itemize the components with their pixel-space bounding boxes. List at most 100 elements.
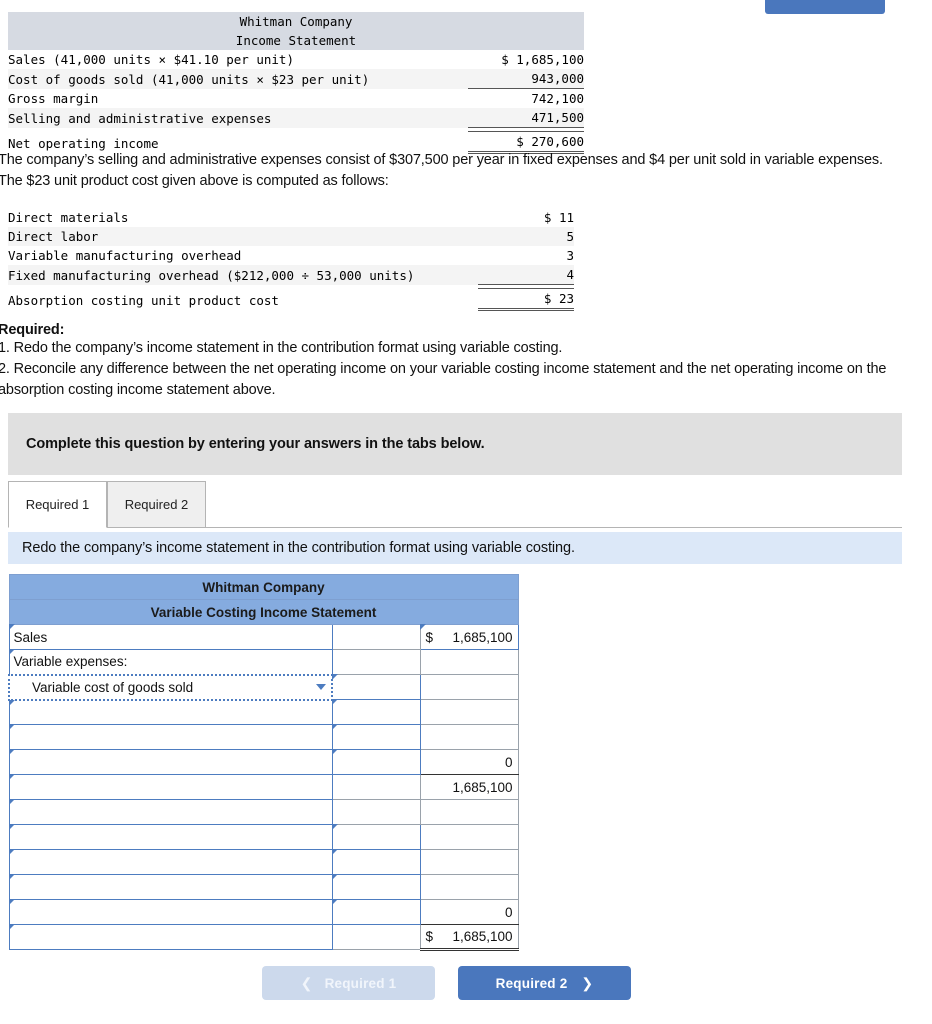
cell-text: 0 <box>504 754 513 770</box>
worksheet-total-cell-8[interactable] <box>419 799 519 825</box>
worksheet-total-cell-9[interactable] <box>419 824 519 850</box>
worksheet-total-cell-3[interactable] <box>419 674 519 700</box>
table-row: Selling and administrative expenses 471,… <box>8 108 585 128</box>
tab-required-2[interactable]: Required 2 <box>107 481 206 528</box>
row-label: Cost of goods sold (41,000 units × $23 p… <box>8 69 468 89</box>
unit-product-cost-table: Direct materials $ 11 Direct labor 5 Var… <box>8 208 574 311</box>
worksheet-mid-cell-4[interactable] <box>331 699 421 725</box>
table-row: Variable cost of goods sold <box>8 673 519 701</box>
table-row: Variable expenses: <box>8 649 519 675</box>
row-amount: 742,100 <box>531 91 585 106</box>
next-required-button[interactable]: Required 2 ❯ <box>458 966 631 1000</box>
worksheet-dropdown-cell[interactable]: Variable cost of goods sold <box>8 673 333 701</box>
row-amount: $ 1,685,100 <box>501 52 585 67</box>
row-label: Direct materials <box>8 210 129 225</box>
prev-button-label: Required 1 <box>324 975 397 991</box>
statement-name: Income Statement <box>8 31 585 50</box>
row-amount: $ 11 <box>543 210 574 225</box>
cell-text: 0 <box>504 904 513 920</box>
worksheet-label-cell-2[interactable]: Variable expenses: <box>8 649 333 675</box>
chevron-left-icon: ❮ <box>300 974 313 991</box>
row-label: Variable manufacturing overhead <box>8 248 242 263</box>
worksheet-total-cell-11[interactable] <box>419 874 519 900</box>
chevron-right-icon: ❯ <box>581 974 594 991</box>
statement-subtitle-row: Income Statement <box>8 31 585 50</box>
table-row <box>8 799 519 825</box>
tab-required-1[interactable]: Required 1 <box>8 481 107 528</box>
worksheet-mid-cell-11[interactable] <box>331 874 421 900</box>
worksheet-mid-cell-10[interactable] <box>331 849 421 875</box>
top-partial-button[interactable] <box>765 0 885 14</box>
row-label: Gross margin <box>8 91 99 106</box>
row-label: Selling and administrative expenses <box>8 108 468 128</box>
table-row: 1,685,100 <box>8 774 519 800</box>
prev-required-button[interactable]: ❮ Required 1 <box>262 966 435 1000</box>
table-row: Absorption costing unit product cost $ 2… <box>8 288 574 311</box>
tab-strip: Required 1 Required 2 <box>8 481 902 529</box>
table-row <box>8 724 519 750</box>
table-row: Sales (41,000 units × $41.10 per unit) $… <box>8 50 584 69</box>
row-amount: 943,000 <box>468 69 585 89</box>
worksheet-label-cell-8[interactable] <box>8 799 333 825</box>
worksheet-total-cell-2[interactable] <box>419 649 519 675</box>
worksheet-label-cell-10[interactable] <box>8 849 333 875</box>
worksheet-mid-cell-9[interactable] <box>331 824 421 850</box>
next-button-label: Required 2 <box>495 975 568 991</box>
worksheet-total-cell-10[interactable] <box>419 849 519 875</box>
table-row: Direct materials $ 11 <box>8 208 574 227</box>
navigation-buttons: ❮ Required 1 Required 2 ❯ <box>262 966 682 1002</box>
company-name: Whitman Company <box>8 12 585 31</box>
worksheet-label-cell-11[interactable] <box>8 874 333 900</box>
worksheet-total-cell-13[interactable]: $ 1,685,100 <box>419 924 519 951</box>
chevron-down-icon[interactable] <box>312 679 329 696</box>
worksheet-total-cell-12[interactable]: 0 <box>419 899 519 925</box>
worksheet-label-cell-1[interactable]: Sales <box>8 624 333 650</box>
table-row: Gross margin 742,100 <box>8 89 584 109</box>
table-row: Variable manufacturing overhead 3 <box>8 246 574 265</box>
worksheet-mid-cell-6[interactable] <box>331 749 421 775</box>
worksheet-mid-cell-1[interactable] <box>331 624 421 650</box>
description-paragraph: The company’s selling and administrative… <box>0 152 883 189</box>
row-label: Fixed manufacturing overhead ($212,000 ÷… <box>8 265 478 285</box>
cell-text: 1,685,100 <box>452 929 513 944</box>
cell-text: 1,685,100 <box>452 629 513 645</box>
table-row: Sales $ 1,685,100 <box>8 624 519 650</box>
question-prompt-bar: Redo the company’s income statement in t… <box>8 532 902 564</box>
table-row: Cost of goods sold (41,000 units × $23 p… <box>8 69 585 89</box>
table-row: $ 1,685,100 <box>8 924 519 951</box>
table-row <box>8 824 519 850</box>
worksheet-statement-name: Variable Costing Income Statement <box>8 599 519 625</box>
worksheet-mid-cell-2[interactable] <box>331 649 421 675</box>
row-label: Absorption costing unit product cost <box>8 292 279 308</box>
row-amount: 3 <box>566 248 574 263</box>
worksheet-mid-cell-5[interactable] <box>331 724 421 750</box>
cell-value: $ 1,685,100 <box>421 626 518 649</box>
worksheet-label-cell-4[interactable] <box>8 699 333 725</box>
table-row: Fixed manufacturing overhead ($212,000 ÷… <box>8 265 574 285</box>
worksheet-total-cell-7[interactable]: 1,685,100 <box>419 774 519 800</box>
worksheet-total-cell-6[interactable]: 0 <box>419 749 519 775</box>
absorption-income-statement: Whitman Company Income Statement Sales (… <box>8 12 585 154</box>
worksheet-label-cell-12[interactable] <box>8 899 333 925</box>
worksheet-label-cell-9[interactable] <box>8 824 333 850</box>
instruction-banner: Complete this question by entering your … <box>8 413 902 475</box>
worksheet-mid-cell-7[interactable] <box>331 774 421 800</box>
table-row: Direct labor 5 <box>8 227 574 246</box>
table-row: 0 <box>8 749 519 775</box>
worksheet-label-cell-6[interactable] <box>8 749 333 775</box>
worksheet-label-cell-7[interactable] <box>8 774 333 800</box>
cell-text: Sales <box>13 629 48 645</box>
worksheet-label-cell-5[interactable] <box>8 724 333 750</box>
worksheet-label-cell-13[interactable] <box>8 924 333 950</box>
worksheet-total-cell-4[interactable] <box>419 699 519 725</box>
row-label: Sales (41,000 units × $41.10 per unit) <box>8 52 294 67</box>
worksheet-mid-cell-12[interactable] <box>331 899 421 925</box>
question-prompt-text: Redo the company’s income statement in t… <box>22 540 575 556</box>
worksheet-total-cell-5[interactable] <box>419 724 519 750</box>
worksheet-total-cell-1[interactable]: $ 1,685,100 <box>419 624 519 650</box>
table-row <box>8 699 519 725</box>
page-root: Whitman Company Income Statement Sales (… <box>0 0 932 1024</box>
worksheet-mid-cell-3[interactable] <box>331 674 421 700</box>
worksheet-mid-cell-8[interactable] <box>331 799 421 825</box>
worksheet-mid-cell-13[interactable] <box>331 924 421 950</box>
